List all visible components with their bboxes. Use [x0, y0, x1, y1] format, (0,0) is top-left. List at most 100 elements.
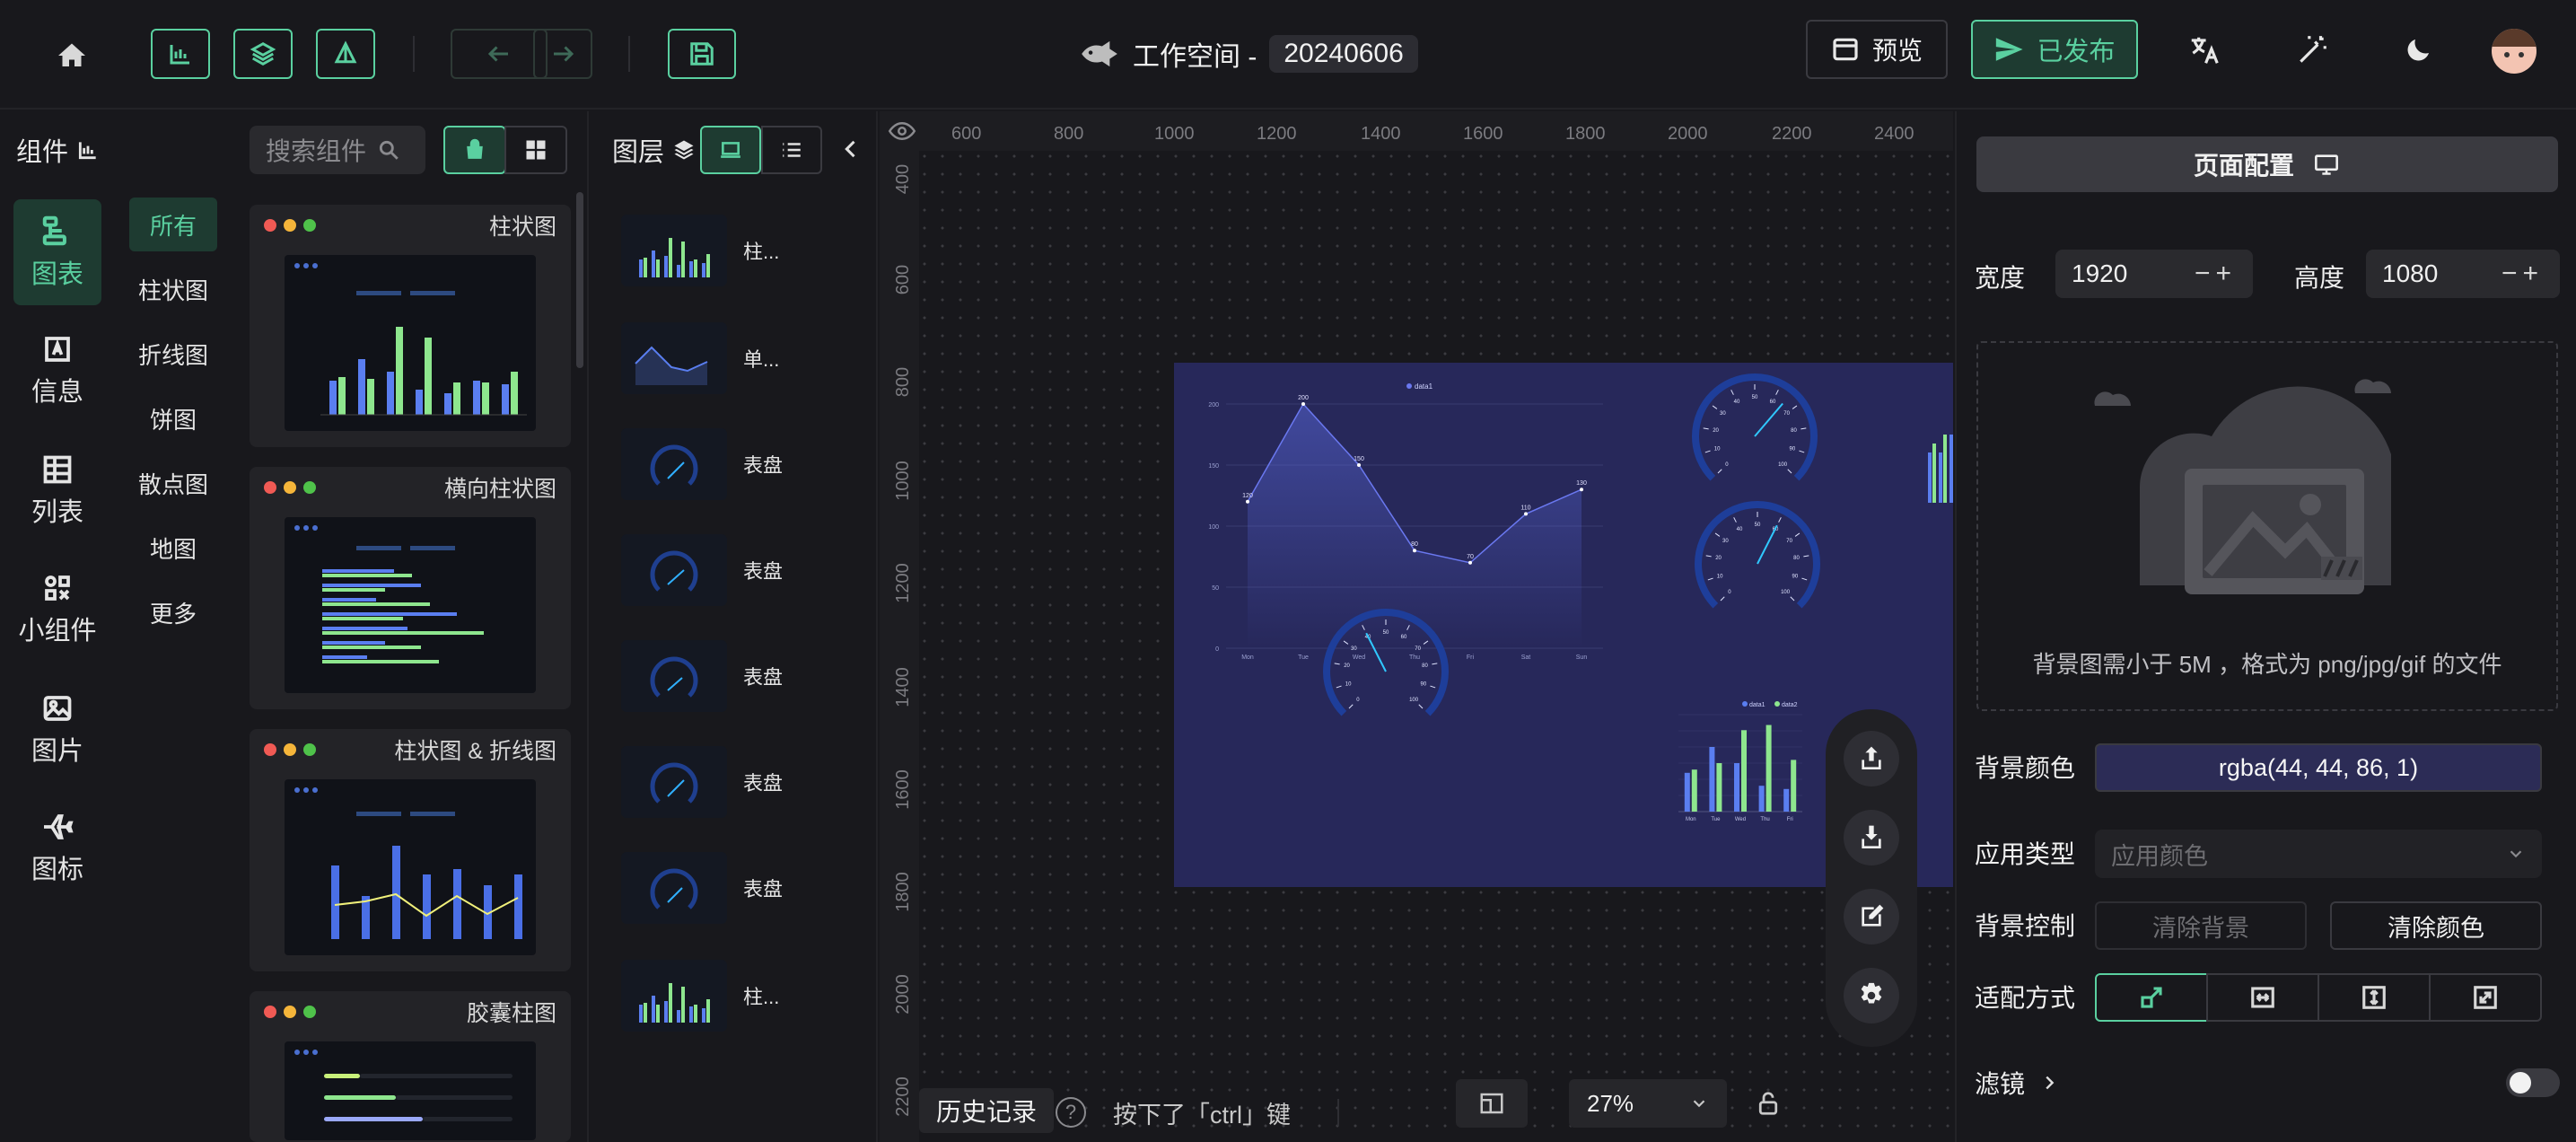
- gauge-tick-label: 10: [1717, 575, 1723, 580]
- rail-item-icons[interactable]: 图标: [13, 795, 101, 901]
- background-upload-area[interactable]: 背景图需小于 5M ，格式为 png/jpg/gif 的文件: [1976, 341, 2558, 711]
- collapse-icon[interactable]: [833, 131, 869, 167]
- details-toggle-button[interactable]: [316, 29, 375, 79]
- gauge-tick: [1418, 704, 1424, 709]
- fit-mode-height-button[interactable]: [2318, 973, 2431, 1022]
- view-grid-button[interactable]: [504, 126, 567, 174]
- x-tick-label: Fri: [1467, 654, 1475, 661]
- layer-item[interactable]: 表盘: [621, 848, 783, 928]
- clear-color-button[interactable]: 清除颜色: [2330, 901, 2542, 950]
- filter-row[interactable]: 滤镜: [1975, 1065, 2059, 1101]
- layer-thumb-view-button[interactable]: [700, 126, 761, 174]
- publish-button[interactable]: 已发布: [1971, 20, 2138, 79]
- component-card-capsule-bar[interactable]: 胶囊柱图: [250, 991, 571, 1142]
- bar-data2: [1766, 725, 1772, 812]
- help-icon[interactable]: ?: [1056, 1097, 1086, 1128]
- x-tick-label: Mon: [1241, 654, 1254, 661]
- x-tick-label: Thu: [1760, 817, 1769, 822]
- workspace-id[interactable]: 20240606: [1269, 35, 1418, 73]
- gauge-tick-label: 0: [1356, 698, 1360, 703]
- category-all[interactable]: 所有: [129, 198, 217, 251]
- layer-item[interactable]: 单...: [621, 318, 779, 399]
- scrollbar[interactable]: [576, 192, 583, 368]
- width-input[interactable]: 1920 −+: [2055, 250, 2253, 298]
- redo-button[interactable]: [533, 29, 592, 79]
- history-button[interactable]: 历史记录: [919, 1088, 1054, 1133]
- gauge-tick-label: 100: [1409, 698, 1419, 703]
- category-more[interactable]: 更多: [129, 585, 217, 639]
- ruler-label: 2400: [1874, 124, 1914, 144]
- rail-label: 图标: [31, 856, 83, 884]
- category-pie[interactable]: 饼图: [129, 391, 217, 445]
- layer-list-view-button[interactable]: [761, 126, 822, 174]
- edit-icon[interactable]: [1844, 889, 1899, 944]
- home-icon[interactable]: [52, 36, 92, 75]
- layer-item[interactable]: 柱...: [621, 955, 779, 1036]
- fit-mode-width-button[interactable]: [2206, 973, 2319, 1022]
- import-icon[interactable]: [1844, 810, 1899, 865]
- rail-item-widgets[interactable]: 小组件: [13, 557, 101, 663]
- category-bar[interactable]: 柱状图: [129, 262, 217, 316]
- table-icon: [43, 455, 72, 484]
- save-button[interactable]: [668, 29, 736, 79]
- layer-item[interactable]: 表盘: [621, 424, 783, 505]
- category-map[interactable]: 地图: [129, 521, 217, 575]
- bar-data2: [1741, 730, 1747, 812]
- bar-data2: [1791, 760, 1797, 812]
- height-input[interactable]: 1080 −+: [2366, 250, 2560, 298]
- clear-background-button[interactable]: 清除背景: [2095, 901, 2307, 950]
- search-input[interactable]: 搜索组件: [250, 126, 425, 174]
- height-stepper-icon[interactable]: −+: [2502, 259, 2544, 289]
- gear-icon[interactable]: [1844, 968, 1899, 1023]
- translate-icon[interactable]: [2183, 29, 2226, 72]
- zoom-select[interactable]: 27%: [1569, 1079, 1727, 1128]
- fit-mode-full-button[interactable]: [2429, 973, 2542, 1022]
- fit-mode-scale-button[interactable]: [2095, 973, 2208, 1022]
- bg-color-picker[interactable]: rgba(44, 44, 86, 1): [2095, 743, 2542, 792]
- view-single-button[interactable]: [443, 126, 506, 174]
- width-value: 1920: [2072, 259, 2128, 287]
- fish-icon: [1082, 40, 1117, 67]
- width-label: 宽度: [1975, 264, 2026, 292]
- category-scatter[interactable]: 散点图: [129, 456, 217, 510]
- gauge-tick-label: 60: [1401, 635, 1407, 640]
- rail-item-images[interactable]: 图片: [13, 677, 101, 783]
- y-tick-label: 100: [1208, 524, 1219, 531]
- card-title: 柱状图 & 折线图: [394, 739, 556, 764]
- page-config-tab[interactable]: 页面配置: [1976, 136, 2558, 192]
- avatar[interactable]: [2492, 29, 2537, 74]
- data-label: 70: [1467, 554, 1474, 560]
- export-icon[interactable]: [1844, 731, 1899, 786]
- layers-toggle-button[interactable]: [233, 29, 293, 79]
- data-label: 110: [1520, 505, 1530, 511]
- gauge-tick-label: 40: [1737, 527, 1743, 532]
- ruler-label: 800: [893, 366, 914, 398]
- gauge-tick: [1799, 450, 1805, 453]
- filter-toggle[interactable]: [2506, 1068, 2560, 1097]
- moon-icon[interactable]: [2396, 29, 2440, 72]
- rail-item-info[interactable]: 信息: [13, 318, 101, 424]
- layer-item[interactable]: 表盘: [621, 530, 783, 611]
- config-panel: 页面配置 宽度 1920 −+ 高度 1080 −+ 背景图需小于 5M ，格式…: [1955, 111, 2576, 1142]
- lock-icon[interactable]: [1750, 1083, 1786, 1124]
- layer-item[interactable]: 表盘: [621, 636, 783, 716]
- eye-icon[interactable]: [880, 111, 924, 151]
- minimap-icon[interactable]: [1456, 1079, 1528, 1128]
- rail-item-list[interactable]: 列表: [13, 438, 101, 544]
- rail-item-charts[interactable]: 图表: [13, 199, 101, 305]
- component-card-bar[interactable]: 柱状图: [250, 205, 571, 447]
- preview-button[interactable]: 预览: [1806, 20, 1948, 79]
- width-stepper-icon[interactable]: −+: [2195, 259, 2237, 289]
- category-line[interactable]: 折线图: [129, 327, 217, 381]
- ruler-label: 2000: [892, 974, 913, 1015]
- chart-toggle-button[interactable]: [151, 29, 210, 79]
- layer-item[interactable]: 表盘: [621, 742, 783, 822]
- component-card-horizontal-bar[interactable]: 横向柱状图: [250, 467, 571, 709]
- layer-item[interactable]: 柱...: [621, 210, 779, 291]
- magic-wand-icon[interactable]: [2291, 29, 2334, 72]
- gauge-tick-label: 70: [1415, 646, 1421, 652]
- component-card-bar-line[interactable]: 柱状图 & 折线图: [250, 729, 571, 971]
- app-type-select[interactable]: 应用颜色: [2095, 830, 2542, 878]
- layer-thumbnail: [621, 746, 727, 818]
- layer-name: 表盘: [743, 560, 784, 583]
